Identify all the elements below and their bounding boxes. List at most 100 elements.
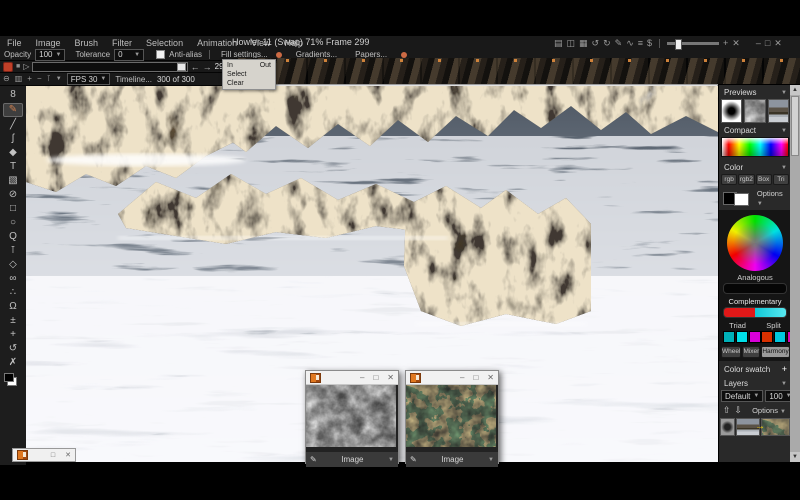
- tool-button[interactable]: ⊺: [4, 245, 22, 257]
- tool-button[interactable]: ╱: [4, 119, 22, 131]
- header-icon[interactable]: $: [647, 37, 652, 49]
- tool-button[interactable]: ◇: [4, 259, 22, 271]
- layer-down-button[interactable]: ⇩: [735, 405, 743, 416]
- header-icon[interactable]: ∿: [626, 37, 634, 49]
- layer-visibility-thumb[interactable]: [720, 418, 735, 436]
- tool-button[interactable]: ○: [4, 217, 22, 229]
- tool-button[interactable]: ±: [4, 315, 22, 327]
- anim-icon[interactable]: ⊺: [47, 73, 51, 85]
- increase-button[interactable]: +: [723, 37, 728, 49]
- layer-up-button[interactable]: ⇧: [723, 405, 731, 416]
- stop-button[interactable]: ■: [16, 63, 20, 70]
- header-icon[interactable]: ↺: [592, 37, 600, 49]
- color-tab[interactable]: rgb2: [738, 174, 754, 185]
- popup-item-out[interactable]: Out: [260, 62, 271, 69]
- texture-window-2-titlebar[interactable]: – □ ✕: [406, 371, 498, 385]
- texture-preview-thumb[interactable]: [744, 99, 765, 123]
- popup-item-clear[interactable]: Clear: [227, 80, 271, 87]
- fill-color-dot[interactable]: [276, 52, 282, 58]
- pencil-icon[interactable]: ✎: [410, 455, 417, 464]
- color-options-button[interactable]: Options ▼: [757, 189, 787, 207]
- color-swatch-header[interactable]: Color swatch +: [719, 361, 791, 376]
- scrubber-handle[interactable]: [177, 63, 186, 71]
- layer-thumb-texture[interactable]: [761, 418, 790, 436]
- maximize-button[interactable]: □: [373, 371, 378, 384]
- tool-button[interactable]: Q: [4, 231, 22, 243]
- header-icon[interactable]: ◫: [567, 37, 576, 49]
- tool-button[interactable]: ∞: [4, 273, 22, 285]
- color-tab[interactable]: Tri: [773, 174, 789, 185]
- anim-icon[interactable]: ▥: [15, 73, 23, 85]
- mode-tab[interactable]: Harmony: [761, 346, 789, 358]
- menu-item[interactable]: Selection: [139, 37, 190, 49]
- record-button[interactable]: [3, 62, 13, 72]
- fg-bg-swatches[interactable]: [4, 373, 22, 385]
- tool-button[interactable]: Ω: [4, 301, 22, 313]
- scroll-down-icon[interactable]: ▼: [790, 452, 800, 462]
- popup-item-in[interactable]: In: [227, 62, 233, 69]
- panel-close-icon[interactable]: ✕: [732, 37, 740, 49]
- scrollbar-thumb[interactable]: [791, 96, 799, 156]
- close-button[interactable]: ✕: [487, 371, 494, 384]
- slider-handle[interactable]: [675, 39, 682, 50]
- tool-button[interactable]: 8: [4, 89, 22, 101]
- mode-tab[interactable]: Wheel: [721, 346, 741, 358]
- menu-item[interactable]: File: [0, 37, 29, 49]
- add-swatch-button[interactable]: +: [782, 364, 787, 374]
- tool-button[interactable]: ⊘: [4, 189, 22, 201]
- header-icon[interactable]: ≡: [638, 37, 643, 49]
- tool-button[interactable]: +: [4, 329, 22, 341]
- close-button[interactable]: ✕: [387, 371, 394, 384]
- header-icon[interactable]: ↻: [603, 37, 611, 49]
- compact-color-picker[interactable]: [721, 137, 789, 157]
- tool-button[interactable]: ▧: [4, 175, 22, 187]
- maximize-button[interactable]: □: [473, 371, 478, 384]
- triad-swatch[interactable]: [749, 331, 761, 343]
- tool-button[interactable]: ✎: [3, 103, 23, 117]
- tool-button[interactable]: ʃ: [4, 133, 22, 145]
- layer-options-button[interactable]: Options ▼: [752, 406, 786, 415]
- header-icon[interactable]: ▦: [579, 37, 588, 49]
- menu-item[interactable]: Filter: [105, 37, 139, 49]
- brush-size-slider[interactable]: [667, 42, 719, 45]
- anim-icon[interactable]: +: [27, 73, 32, 85]
- anim-icon[interactable]: ⊖: [3, 73, 10, 85]
- texture-window-1-titlebar[interactable]: – □ ✕: [306, 371, 398, 385]
- layer-preset-select[interactable]: Default▼: [721, 390, 763, 402]
- analogous-bar[interactable]: [723, 283, 787, 294]
- minimize-button[interactable]: –: [360, 371, 364, 384]
- close-button[interactable]: ✕: [65, 449, 71, 462]
- fps-select[interactable]: FPS 30▼: [67, 73, 111, 85]
- popup-item-select[interactable]: Select: [227, 71, 271, 78]
- pencil-icon[interactable]: ✎: [310, 455, 317, 464]
- tool-button[interactable]: ∴: [4, 287, 22, 299]
- anti-alias-checkbox[interactable]: [156, 50, 165, 59]
- tool-button[interactable]: □: [4, 203, 22, 215]
- color-wheel[interactable]: [727, 215, 783, 271]
- complementary-bar[interactable]: [723, 307, 787, 318]
- tolerance-select[interactable]: 0▼: [114, 49, 144, 61]
- split-swatch[interactable]: [774, 331, 786, 343]
- secondary-color-swatch[interactable]: [734, 193, 748, 206]
- tool-button[interactable]: T: [4, 161, 22, 173]
- next-frame-button[interactable]: →: [203, 62, 212, 72]
- opacity-select[interactable]: 100▼: [35, 49, 65, 61]
- texture-window-1[interactable]: – □ ✕ ✎ Image ▼: [305, 370, 399, 464]
- scroll-up-icon[interactable]: ▲: [790, 85, 800, 95]
- prev-frame-button[interactable]: ←: [191, 62, 200, 72]
- minimized-window[interactable]: □ ✕: [12, 448, 76, 462]
- image-preview-thumb[interactable]: [768, 99, 789, 123]
- layers-header[interactable]: Layers▼: [719, 376, 791, 390]
- camo-texture-image[interactable]: [406, 385, 496, 447]
- timeline-button[interactable]: Timeline...: [115, 75, 152, 84]
- minimize-button[interactable]: –: [756, 37, 761, 49]
- timeline-filmstrip[interactable]: [232, 58, 800, 85]
- minimize-button[interactable]: –: [460, 371, 464, 384]
- maximize-button[interactable]: □: [765, 37, 770, 49]
- compact-header[interactable]: Compact▼: [719, 123, 791, 137]
- color-tab[interactable]: Box: [756, 174, 772, 185]
- tool-button[interactable]: ↺: [4, 343, 22, 355]
- frame-scrubber[interactable]: [32, 62, 187, 72]
- triad-swatch[interactable]: [736, 331, 748, 343]
- color-header[interactable]: Color▼: [719, 160, 791, 174]
